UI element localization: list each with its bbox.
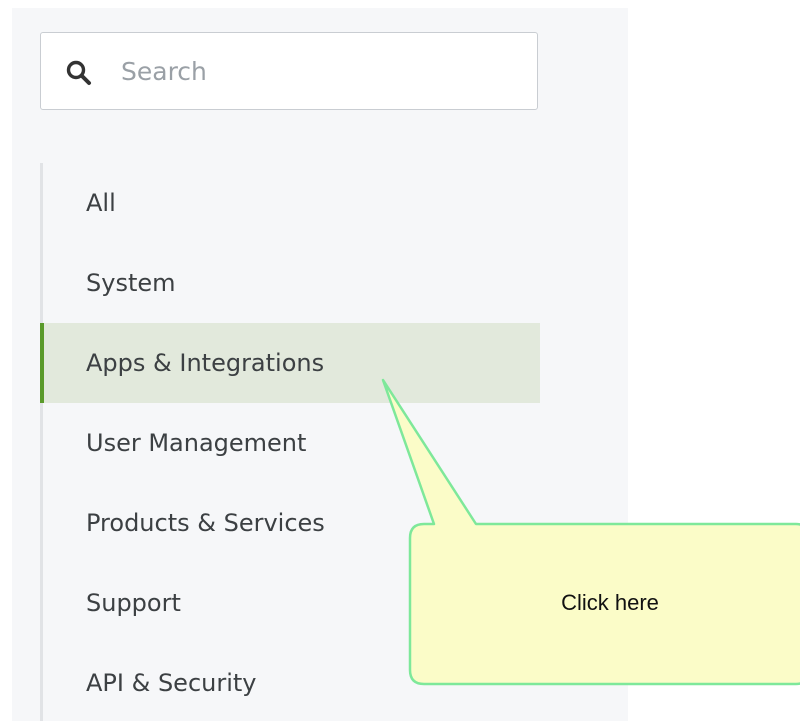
nav-item-all[interactable]: All [40, 163, 540, 243]
nav-item-label: API & Security [86, 669, 257, 697]
nav-item-user-management[interactable]: User Management [40, 403, 540, 483]
search-input[interactable] [121, 33, 521, 109]
nav-item-label: System [86, 269, 176, 297]
nav-item-label: Products & Services [86, 509, 325, 537]
nav-item-system[interactable]: System [40, 243, 540, 323]
nav-item-label: User Management [86, 429, 307, 457]
nav-item-label: Apps & Integrations [86, 349, 325, 377]
nav-item-apps-integrations[interactable]: Apps & Integrations [40, 323, 540, 403]
nav-item-label: Support [86, 589, 181, 617]
search-box[interactable] [40, 32, 538, 110]
callout-text: Click here [561, 590, 659, 615]
search-icon [66, 60, 91, 85]
nav-item-label: All [86, 189, 116, 217]
